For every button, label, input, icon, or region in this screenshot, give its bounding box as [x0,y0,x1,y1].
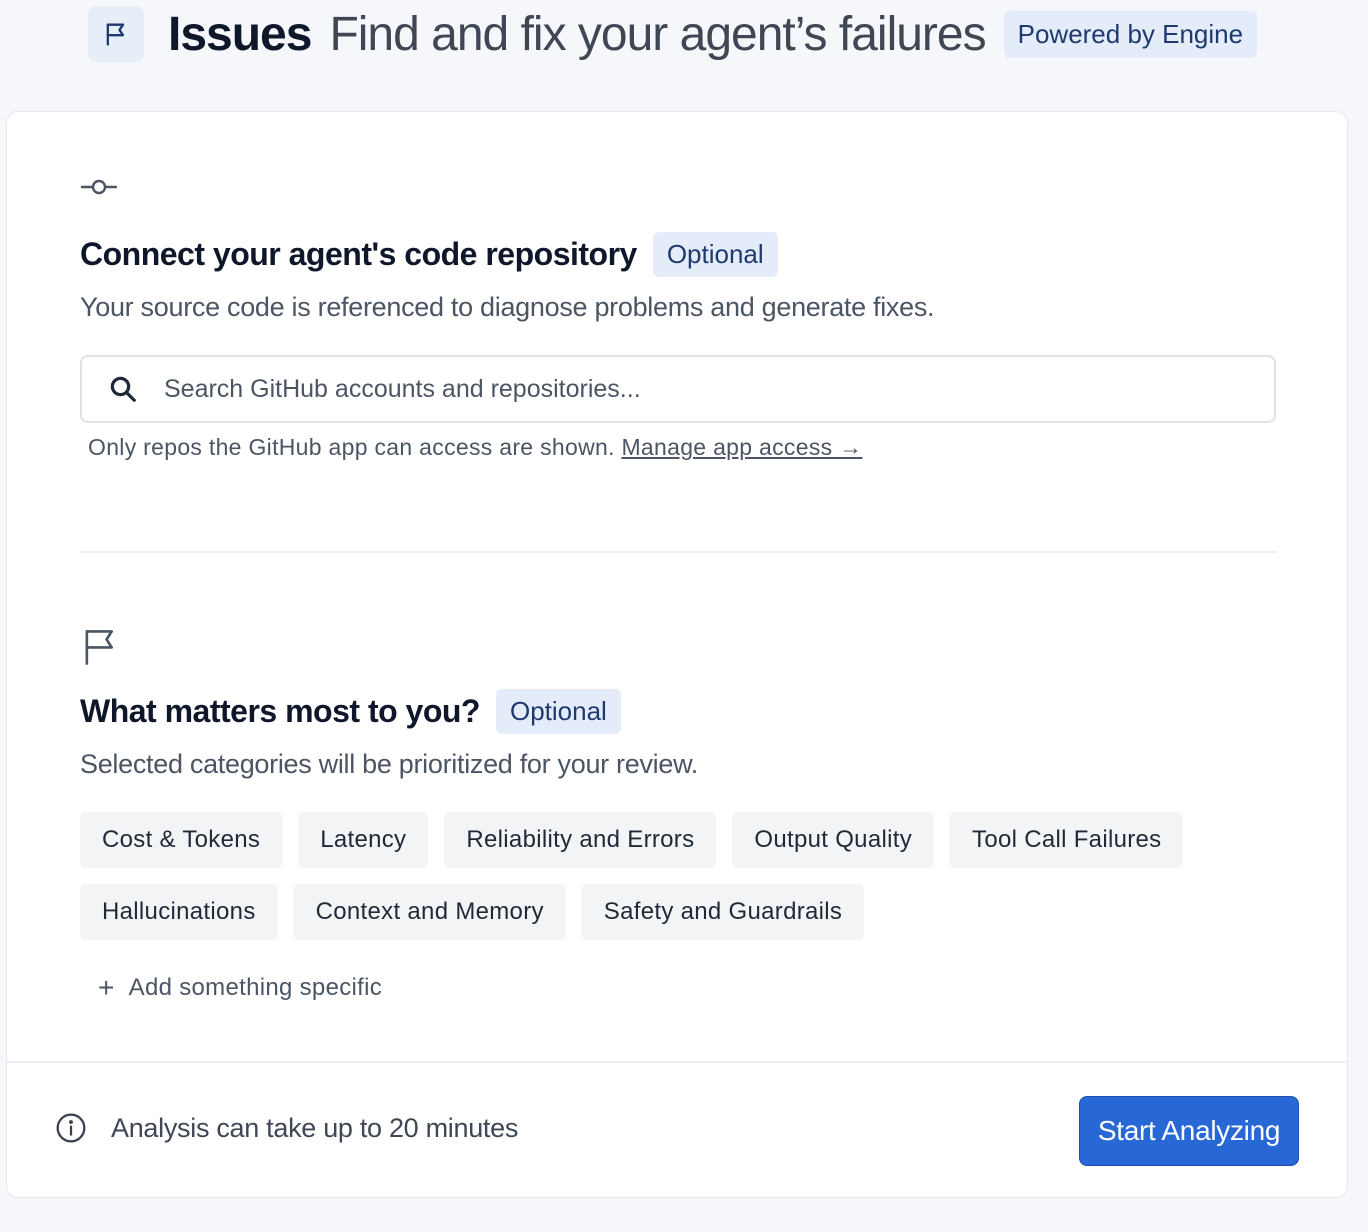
category-chips: Cost & Tokens Latency Reliability and Er… [80,812,1199,956]
priorities-section: What matters most to you? Optional Selec… [80,112,1276,1061]
powered-by-badge: Powered by Engine [1003,10,1258,58]
chip-row-2: Hallucinations Context and Memory Safety… [80,884,1199,940]
chip-hallucinations[interactable]: Hallucinations [80,884,278,940]
chip-tool-call-failures[interactable]: Tool Call Failures [950,812,1184,868]
priorities-section-description: Selected categories will be prioritized … [80,749,698,779]
chip-row-1: Cost & Tokens Latency Reliability and Er… [80,812,1199,868]
add-something-specific-button[interactable]: + Add something specific [98,972,382,1004]
priorities-title-row: What matters most to you? Optional [80,689,621,734]
analysis-time-info: Analysis can take up to 20 minutes [55,1112,518,1144]
chip-cost-tokens[interactable]: Cost & Tokens [80,812,283,868]
priorities-section-title: What matters most to you? [80,693,480,729]
optional-badge: Optional [495,689,621,734]
chip-output-quality[interactable]: Output Quality [732,812,935,868]
add-specific-label: Add something specific [128,974,383,1001]
page-subtitle: Find and fix your agent’s failures [329,7,986,61]
chip-context-memory[interactable]: Context and Memory [293,884,566,940]
plus-icon: + [98,972,115,1003]
setup-card: Connect your agent's code repository Opt… [6,111,1348,1198]
flag-icon [88,6,144,62]
chip-safety-guardrails[interactable]: Safety and Guardrails [581,884,865,940]
page-title: Issues [168,7,312,61]
analysis-time-text: Analysis can take up to 20 minutes [111,1112,519,1143]
flag-icon [82,627,118,670]
start-analyzing-button[interactable]: Start Analyzing [1079,1096,1299,1166]
page-header: Issues Find and fix your agent’s failure… [88,6,1258,62]
chip-latency[interactable]: Latency [298,812,429,868]
card-footer: Analysis can take up to 20 minutes Start… [7,1061,1347,1197]
chip-reliability-errors[interactable]: Reliability and Errors [444,812,717,868]
info-icon [55,1112,87,1144]
